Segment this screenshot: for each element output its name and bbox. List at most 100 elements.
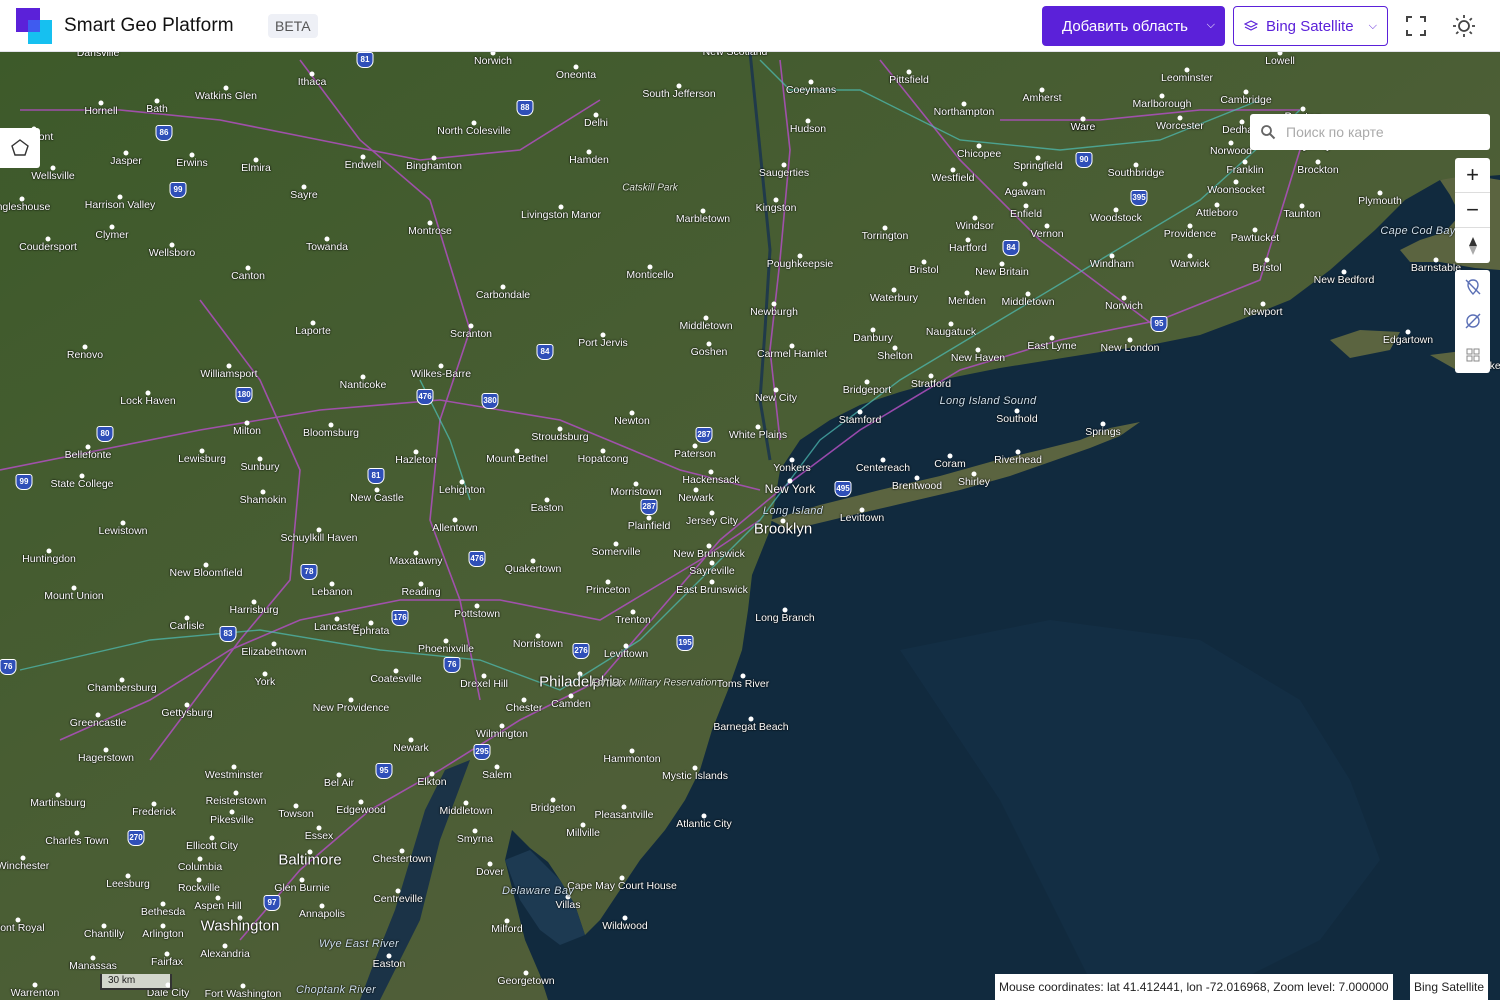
place-label: Clymer (95, 229, 129, 241)
highway-shield: 88 (516, 100, 534, 116)
place-label: Coudersport (19, 241, 77, 253)
place-label: Camden (551, 698, 591, 710)
zoom-in-button[interactable]: + (1455, 158, 1490, 193)
beta-badge: BETA (268, 14, 318, 38)
place-label: Hagerstown (77, 752, 135, 764)
place-label: Newark (678, 492, 714, 504)
place-label: Pawtucket (1230, 232, 1280, 244)
compass-button[interactable] (1455, 228, 1490, 263)
place-label: Maxatawny (389, 555, 443, 567)
place-label: Villas (555, 899, 581, 911)
place-label: Shelton (877, 350, 913, 362)
place-label: Georgetown (497, 975, 555, 987)
place-label: Trenton (615, 614, 651, 626)
place-label: Woodstock (1090, 212, 1142, 224)
highway-shield: 84 (536, 344, 554, 360)
place-label: Chestertown (372, 853, 432, 865)
layers-icon (1244, 20, 1258, 31)
highway-shield: 276 (572, 643, 590, 659)
place-label: Agawam (1004, 186, 1046, 198)
place-label: Manassas (69, 960, 117, 972)
place-label: New Britain (975, 266, 1029, 278)
place-label: Harrisburg (229, 604, 279, 616)
place-label: Sayre (290, 189, 318, 201)
place-label: Mount Bethel (486, 453, 548, 465)
place-label: Waterbury (869, 292, 919, 304)
layer-select[interactable]: Bing Satellite ⌵ (1233, 6, 1388, 46)
place-label: Coram (934, 458, 966, 470)
place-label: White Plains (728, 429, 788, 441)
place-label: Middletown (1001, 296, 1055, 308)
map-canvas[interactable]: BostonNew YorkBrooklynPhiladelphiaBaltim… (0, 52, 1500, 1000)
grid-button[interactable] (1455, 338, 1490, 372)
place-label: Torrington (861, 230, 909, 242)
place-label: Harrison Valley (84, 199, 156, 211)
place-label: Elmira (241, 162, 271, 174)
place-label: New Haven (950, 352, 1006, 364)
draw-polygon-button[interactable] (0, 128, 40, 168)
place-label: Alexandria (200, 948, 250, 960)
highway-shield: 287 (640, 499, 658, 515)
place-label: Centereach (855, 462, 911, 474)
place-label: York (254, 676, 276, 688)
place-label: Wilkes-Barre (410, 368, 472, 380)
place-label: Sunbury (240, 461, 280, 473)
place-label: Enfield (1009, 208, 1043, 220)
place-label: Barnstable (1410, 262, 1462, 274)
add-area-button[interactable]: Добавить область ⌵ (1042, 6, 1225, 46)
zoom-out-button[interactable]: − (1455, 193, 1490, 228)
place-label: Easton (372, 958, 406, 970)
place-label: Towanda (305, 241, 349, 253)
place-label: Levittown (603, 648, 649, 660)
place-label: Milton (232, 425, 262, 437)
place-label: Carbondale (475, 289, 531, 301)
highway-shield: 81 (367, 468, 385, 484)
chevron-down-icon: ⌵ (1206, 19, 1215, 31)
highway-shield: 80 (96, 426, 114, 442)
place-label: Pottstown (453, 608, 501, 620)
highway-shield: 195 (676, 635, 694, 651)
place-label: Attleboro (1195, 207, 1239, 219)
place-label: Reading (401, 586, 441, 598)
polygon-icon (11, 139, 29, 156)
place-label: Danbury (853, 332, 893, 344)
sun-icon[interactable] (1452, 14, 1476, 38)
place-label: Monticello (626, 269, 674, 281)
hide-layer-button[interactable] (1455, 304, 1490, 338)
place-label: Newburgh (750, 306, 798, 318)
place-label: Lowell (1265, 55, 1295, 67)
place-label: Fort Washington (204, 988, 282, 1000)
place-label: Westminster (204, 769, 264, 781)
place-label: Bristol (1252, 262, 1282, 274)
place-label: Williamsport (200, 368, 258, 380)
place-label: New Providence (312, 702, 390, 714)
place-label: Watkins Glen (194, 90, 258, 102)
place-label: Mount Union (44, 590, 104, 602)
place-label: Hackensack (682, 474, 740, 486)
place-label: Frederick (132, 806, 176, 818)
map-search[interactable] (1250, 114, 1490, 150)
add-area-label: Добавить область (1062, 17, 1188, 35)
hide-markers-button[interactable] (1455, 270, 1490, 304)
place-label: Leesburg (106, 878, 150, 890)
place-label: Chester (505, 702, 543, 714)
highway-shield: 84 (1002, 240, 1020, 256)
search-icon (1261, 125, 1276, 140)
place-label: Renovo (66, 349, 104, 361)
place-label: Barnegat Beach (713, 721, 789, 733)
place-label: Warwick (1170, 258, 1210, 270)
place-label: Franklin (1226, 164, 1264, 176)
top-bar: Smart Geo Platform BETA Добавить область… (0, 0, 1500, 52)
place-label: Cape May Court House (567, 880, 677, 892)
place-label: New Scotland (702, 52, 768, 58)
search-input[interactable] (1286, 124, 1476, 140)
place-label: Saugerties (758, 167, 810, 179)
fullscreen-icon[interactable] (1404, 14, 1428, 38)
place-label: Lebanon (311, 586, 353, 598)
place-label: Hopatcong (577, 453, 629, 465)
place-label: New Bloomfield (169, 567, 243, 579)
place-label: Centreville (373, 893, 423, 905)
logo-icon[interactable] (16, 8, 52, 44)
highway-shield: 95 (1150, 316, 1168, 332)
water-label: Cape Cod Bay (1380, 225, 1456, 237)
